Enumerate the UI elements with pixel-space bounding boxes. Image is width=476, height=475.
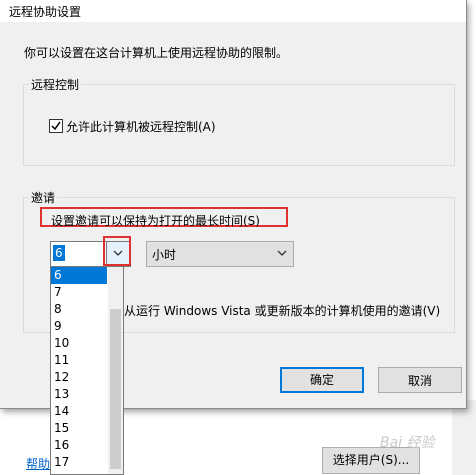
allow-remote-control-label[interactable]: 允许此计算机被远程控制(A) bbox=[66, 118, 216, 135]
dropdown-option[interactable]: 13 bbox=[51, 386, 107, 403]
dropdown-option[interactable]: 8 bbox=[51, 301, 107, 318]
duration-value: 6 bbox=[53, 245, 65, 261]
max-time-label: 设置邀请可以保持为打开的最长时间(S) bbox=[51, 214, 260, 228]
checkmark-icon bbox=[51, 121, 61, 131]
unit-value: 小时 bbox=[152, 248, 177, 262]
help-link[interactable]: 帮助 bbox=[26, 455, 50, 472]
vista-invitation-label[interactable]: 从运行 Windows Vista 或更新版本的计算机使用的邀请(V) bbox=[124, 302, 440, 319]
dropdown-option[interactable]: 16 bbox=[51, 437, 107, 454]
dropdown-option[interactable]: 7 bbox=[51, 284, 107, 301]
dropdown-button-highlight bbox=[103, 236, 131, 266]
dropdown-options: 6 7 8 9 10 11 12 13 14 15 16 17 bbox=[51, 267, 107, 471]
duration-dropdown-list[interactable]: 6 7 8 9 10 11 12 13 14 15 16 17 bbox=[50, 266, 124, 475]
title-bar[interactable]: 远程协助设置 bbox=[0, 0, 466, 22]
dropdown-option[interactable]: 6 bbox=[51, 267, 107, 284]
duration-combobox[interactable]: 6 bbox=[50, 241, 108, 267]
remote-control-group-label: 远程控制 bbox=[29, 76, 82, 93]
ok-button[interactable]: 确定 bbox=[280, 367, 364, 393]
dropdown-option[interactable]: 12 bbox=[51, 369, 107, 386]
background-scrollbar[interactable] bbox=[452, 400, 476, 475]
allow-remote-control-checkbox[interactable] bbox=[49, 119, 63, 133]
dropdown-scroll-thumb[interactable] bbox=[110, 309, 121, 469]
dropdown-option[interactable]: 11 bbox=[51, 352, 107, 369]
dialog-description: 你可以设置在这台计算机上使用远程协助的限制。 bbox=[24, 46, 289, 60]
dropdown-option[interactable]: 17 bbox=[51, 454, 107, 471]
cancel-button[interactable]: 取消 bbox=[378, 367, 462, 393]
chevron-down-icon bbox=[277, 250, 287, 256]
invitation-group-label: 邀请 bbox=[29, 189, 58, 206]
dialog-title: 远程协助设置 bbox=[9, 5, 82, 19]
dropdown-option[interactable]: 14 bbox=[51, 403, 107, 420]
dropdown-option[interactable]: 10 bbox=[51, 335, 107, 352]
dropdown-option[interactable]: 15 bbox=[51, 420, 107, 437]
dropdown-scrollbar[interactable] bbox=[108, 267, 123, 474]
unit-combobox[interactable]: 小时 bbox=[146, 241, 294, 267]
dropdown-option[interactable]: 9 bbox=[51, 318, 107, 335]
watermark: Bai 经验 bbox=[380, 435, 435, 451]
